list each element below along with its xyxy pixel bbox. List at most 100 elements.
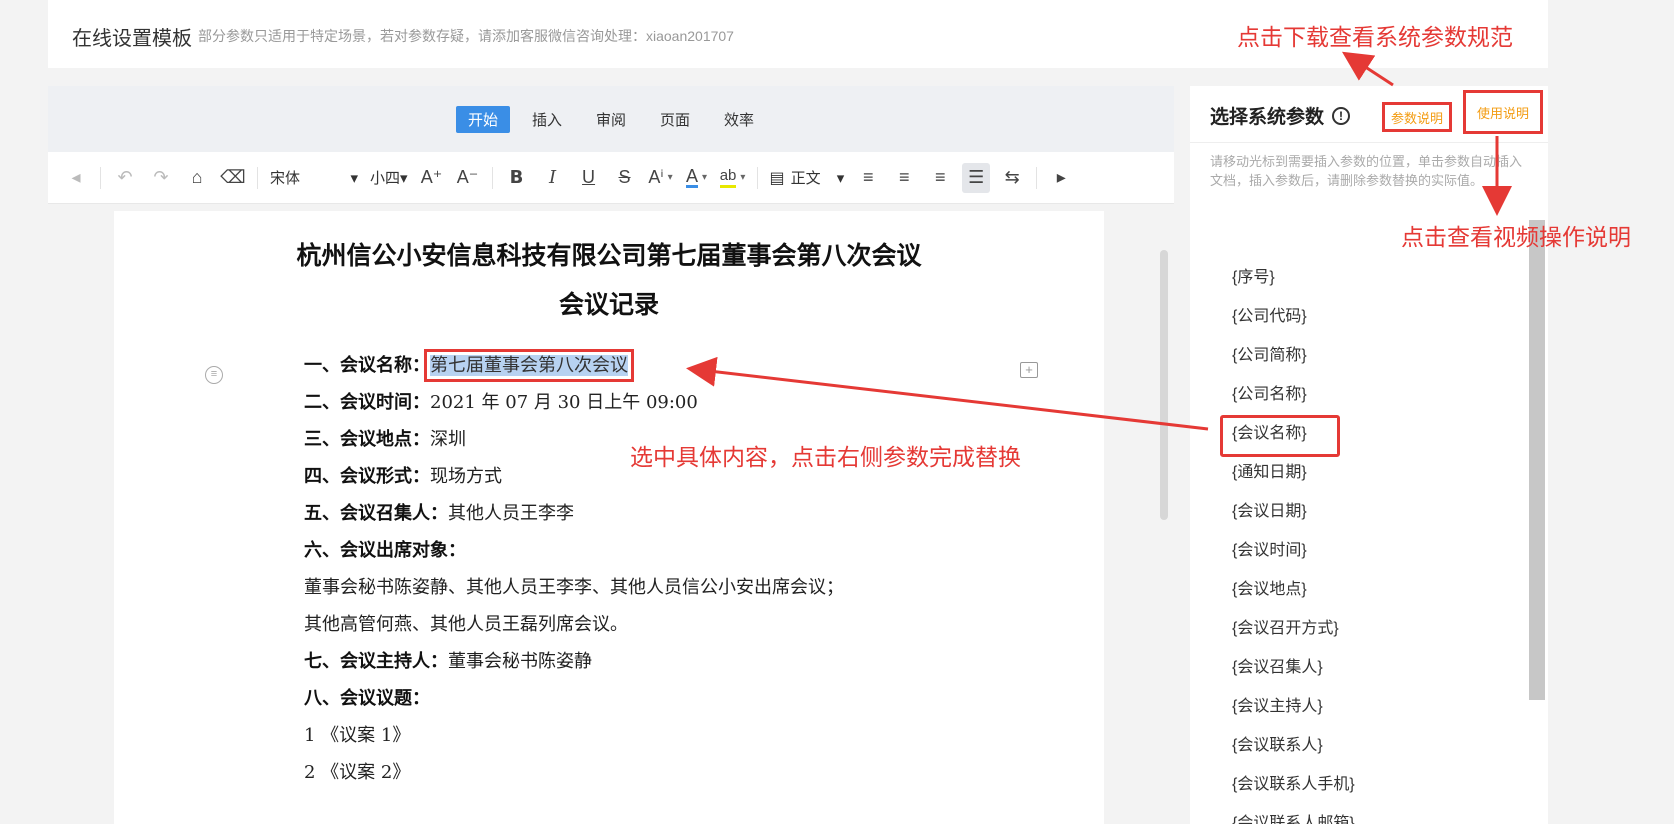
doc-line-meeting-name: 一、会议名称：第七届董事会第八次会议 [304, 349, 634, 382]
param-item-meeting-method[interactable]: {会议召开方式} [1230, 609, 1355, 648]
highlight-icon[interactable]: ab ▾ [719, 163, 747, 193]
line-label: 一、会议名称： [304, 355, 430, 376]
font-size-value: 小四 [370, 170, 401, 187]
line-label: 二、会议时间： [304, 392, 430, 413]
scroll-right-icon[interactable]: ▸ [1047, 163, 1075, 193]
line-value: 1 《议案 1》 [304, 725, 411, 746]
doc-line-meeting-time: 二、会议时间：2021 年 07 月 30 日上午 09:00 [304, 388, 698, 414]
doc-line-host: 七、会议主持人：董事会秘书陈姿静 [304, 647, 592, 673]
param-item-meeting-date[interactable]: {会议日期} [1230, 492, 1355, 531]
param-item-notice-date[interactable]: {通知日期} [1230, 453, 1355, 492]
tab-page[interactable]: 页面 [648, 106, 702, 133]
editor-scrollbar[interactable] [1160, 250, 1168, 520]
tab-start[interactable]: 开始 [455, 105, 510, 133]
panel-description: 请移动光标到需要插入参数的位置，单击参数自动插入文档，插入参数后，请删除参数替换… [1210, 154, 1523, 188]
tab-insert[interactable]: 插入 [520, 106, 574, 133]
document-subtitle: 会议记录 [558, 290, 659, 319]
bold-icon[interactable]: B [503, 163, 531, 193]
font-color-icon[interactable]: A ▾ [683, 163, 711, 193]
superscript-icon[interactable]: Aⁱ ▾ [647, 163, 675, 193]
strikethrough-icon[interactable]: S [611, 163, 639, 193]
document-title: 杭州信公小安信息科技有限公司第七届董事会第八次会议 [296, 241, 922, 270]
paragraph-style-value: 正文 [790, 170, 821, 187]
doc-line-observers-list: 其他高管何燕、其他人员王磊列席会议。 [304, 610, 628, 636]
panel-divider [1190, 142, 1548, 143]
param-item-contact-phone[interactable]: {会议联系人手机} [1230, 765, 1355, 804]
doc-line-topic-1: 1 《议案 1》 [304, 721, 410, 747]
line-value: 其他高管何燕、其他人员王磊列席会议。 [304, 614, 628, 635]
clear-format-icon[interactable]: ⌫ [219, 163, 247, 193]
line-value: 2 《议案 2》 [304, 762, 411, 783]
chevron-down-icon: ▾ [350, 169, 358, 187]
panel-header: 选择系统参数 ! [1210, 102, 1351, 129]
document-page[interactable]: 杭州信公小安信息科技有限公司第七届董事会第八次会议 会议记录 一、会议名称：第七… [114, 211, 1104, 824]
usage-guide-button[interactable]: 使用说明 [1463, 90, 1543, 134]
toolbar-divider [257, 166, 258, 189]
toolbar-divider [756, 166, 758, 189]
align-justify-icon[interactable]: ☰ [962, 162, 991, 193]
add-comment-icon[interactable]: + [1020, 362, 1038, 378]
header-hint: 部分参数只适用于特定场景，若对参数存疑，请添加客服微信咨询处理：xiaoan20… [198, 28, 734, 44]
param-item-company-short[interactable]: {公司简称} [1230, 336, 1355, 375]
italic-icon[interactable]: I [539, 163, 567, 193]
paragraph-menu-icon[interactable]: ≡ [205, 366, 223, 384]
align-center-icon[interactable]: ≡ [890, 163, 918, 193]
param-item-meeting-name[interactable]: {会议名称} [1220, 414, 1355, 457]
line-label: 六、会议出席对象： [304, 540, 466, 561]
style-icon: ▤ [769, 169, 785, 187]
chevron-down-icon: ▾ [740, 172, 746, 183]
parameter-panel: 选择系统参数 ! 参数说明 使用说明 请移动光标到需要插入参数的位置，单击参数自… [1190, 86, 1548, 824]
align-left-icon[interactable]: ≡ [854, 163, 882, 193]
line-value: 深圳 [430, 429, 466, 450]
param-doc-button[interactable]: 参数说明 [1382, 102, 1452, 132]
toolbar-divider [1036, 166, 1038, 189]
font-size-select[interactable]: 小四 ▾ [370, 167, 408, 188]
page-title: 在线设置模板 [72, 28, 192, 50]
font-family-select[interactable]: 宋体 ▾ [270, 167, 358, 188]
video-tip-annotation: 点击查看视频操作说明 [1401, 224, 1631, 250]
param-item-host[interactable]: {会议主持人} [1230, 687, 1355, 726]
panel-title: 选择系统参数 [1210, 107, 1325, 128]
decrease-font-icon[interactable]: A⁻ [454, 163, 482, 193]
line-label: 八、会议议题： [304, 688, 430, 709]
chevron-down-icon: ▾ [702, 172, 708, 183]
param-item-meeting-time[interactable]: {会议时间} [1230, 531, 1355, 570]
param-item-meeting-place[interactable]: {会议地点} [1230, 570, 1355, 609]
line-value: 董事会秘书陈姿静、其他人员王李李、其他人员信公小安出席会议； [304, 577, 844, 598]
undo-icon[interactable]: ↶ [111, 163, 139, 193]
param-item-company-code[interactable]: {公司代码} [1230, 297, 1355, 336]
paragraph-style-select[interactable]: ▤ 正文 ▾ [770, 167, 845, 188]
font-color-label: A [686, 166, 699, 188]
redo-icon[interactable]: ↷ [147, 163, 175, 193]
scroll-left-icon[interactable]: ◂ [62, 163, 90, 193]
format-painter-icon[interactable]: ⌂ [183, 163, 211, 193]
font-family-value: 宋体 [270, 170, 301, 187]
param-item-company-name[interactable]: {公司名称} [1230, 375, 1355, 414]
line-spacing-icon[interactable]: ⇆ [998, 163, 1026, 193]
underline-icon[interactable]: U [575, 163, 603, 193]
tab-efficiency[interactable]: 效率 [712, 106, 766, 133]
line-label: 四、会议形式： [304, 466, 430, 487]
replace-tip-annotation: 选中具体内容，点击右侧参数完成替换 [630, 444, 1021, 470]
toolbar-divider [491, 166, 493, 189]
param-item-convener[interactable]: {会议召集人} [1230, 648, 1355, 687]
param-item-contact-email[interactable]: {会议联系人邮箱} [1230, 804, 1355, 824]
param-item-seq[interactable]: {序号} [1230, 258, 1355, 297]
align-right-icon[interactable]: ≡ [926, 163, 954, 193]
doc-line-attendees-list: 董事会秘书陈姿静、其他人员王李李、其他人员信公小安出席会议； [304, 573, 844, 599]
chevron-down-icon: ▾ [667, 172, 673, 183]
doc-line-meeting-place: 三、会议地点：深圳 [304, 425, 466, 451]
panel-scrollbar[interactable] [1529, 220, 1545, 700]
info-icon[interactable]: ! [1332, 106, 1351, 125]
ribbon-tabs: 开始 插入 审阅 页面 效率 [48, 86, 1174, 152]
param-list: {序号} {公司代码} {公司简称} {公司名称} {会议名称} {通知日期} … [1220, 258, 1355, 824]
increase-font-icon[interactable]: A⁺ [418, 163, 446, 193]
formatting-toolbar: ◂ ↶ ↷ ⌂ ⌫ 宋体 ▾ 小四 ▾ A⁺ A⁻ B I U S Aⁱ ▾ A ▾ a… [48, 152, 1174, 204]
param-item-contact[interactable]: {会议联系人} [1230, 726, 1355, 765]
tab-review[interactable]: 审阅 [584, 106, 638, 133]
line-value: 现场方式 [430, 466, 502, 487]
doc-line-attendees: 六、会议出席对象： [304, 536, 466, 562]
line-value: 2021 年 07 月 30 日上午 09:00 [430, 392, 698, 413]
selected-text[interactable]: 第七届董事会第八次会议 [424, 349, 634, 382]
chevron-down-icon: ▾ [400, 169, 408, 187]
